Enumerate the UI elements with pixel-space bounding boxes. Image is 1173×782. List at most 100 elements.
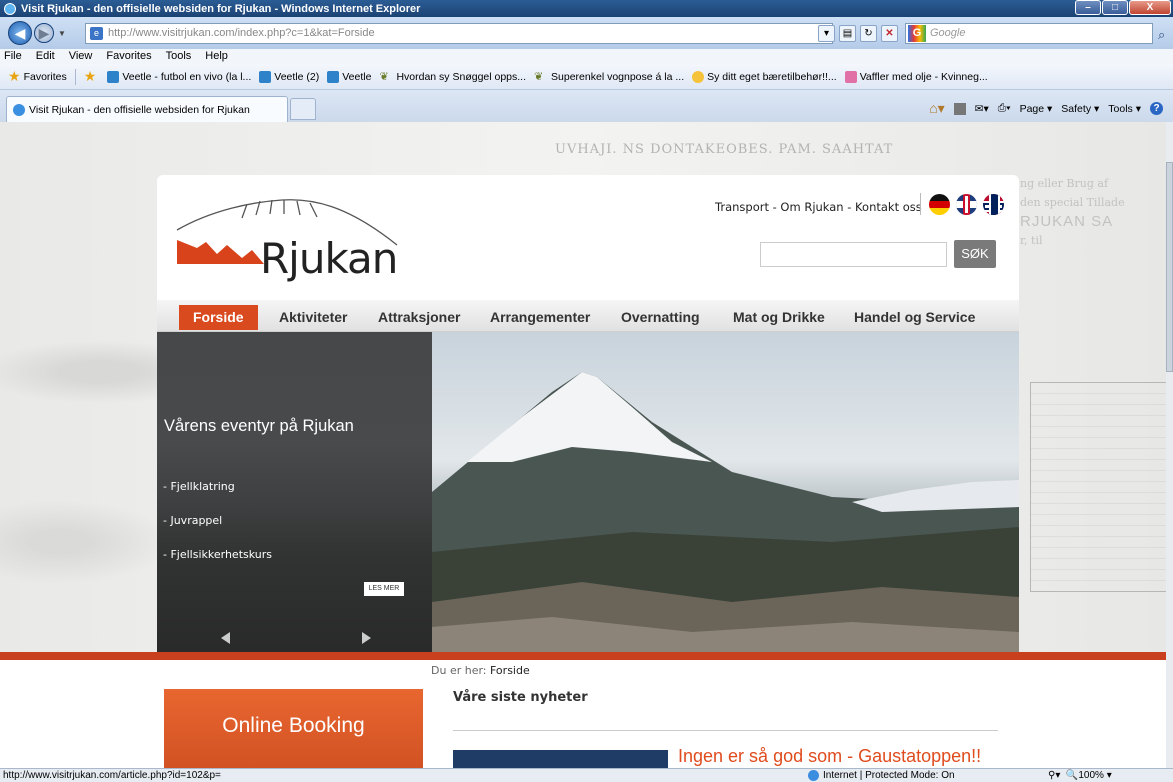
menu-help[interactable]: Help xyxy=(205,49,228,64)
nav-attraksjoner[interactable]: Attraksjoner xyxy=(378,305,460,330)
stop-icon[interactable]: ✕ xyxy=(881,25,898,42)
favorite-label: Veetle - futbol en vivo (la l... xyxy=(122,70,252,83)
language-selector xyxy=(920,193,1004,215)
nav-arrangementer[interactable]: Arrangementer xyxy=(490,305,590,330)
print-icon[interactable]: ⎙▾ xyxy=(998,102,1011,115)
zoom-control[interactable]: ⚲▾ 🔍100% ▾ xyxy=(1048,769,1112,782)
favorite-link[interactable]: ❦ Hvordan sy Snøggel opps... xyxy=(379,71,526,83)
url-path: /index.php?c=1&kat=Forside xyxy=(234,27,375,39)
feeds-icon[interactable] xyxy=(953,102,966,115)
favorite-label: Veetle xyxy=(342,70,372,83)
safety-menu[interactable]: Safety ▾ xyxy=(1061,103,1099,115)
page-viewport: UVHAJI. NS DONTAKEOBES. PAM. SAAHTAT ng … xyxy=(0,122,1166,768)
tab-label: Visit Rjukan - den offisielle websiden f… xyxy=(29,103,250,116)
favorite-label: Veetle (2) xyxy=(274,70,320,83)
nav-forside[interactable]: Forside xyxy=(179,305,258,330)
refresh-icon[interactable]: ↻ xyxy=(860,25,877,42)
nav-overnatting[interactable]: Overnatting xyxy=(621,305,700,330)
tab-visit-rjukan[interactable]: Visit Rjukan - den offisielle websiden f… xyxy=(6,96,288,122)
online-booking-button[interactable]: Online Booking xyxy=(164,689,423,768)
divider xyxy=(920,193,921,215)
breadcrumb-link[interactable]: Forside xyxy=(490,664,530,677)
breadcrumb-prefix: Du er her: xyxy=(431,664,487,677)
mountain-photo xyxy=(432,372,1019,652)
window-title: Visit Rjukan - den offisielle websiden f… xyxy=(21,2,421,15)
page-menu[interactable]: Page ▾ xyxy=(1020,103,1053,115)
menu-tools[interactable]: Tools xyxy=(166,49,192,64)
favorites-bar: ★ Favorites ★ Veetle - futbol en vivo (l… xyxy=(0,64,1173,90)
hero-link-fjellklatring[interactable]: - Fjellklatring xyxy=(163,480,235,493)
sheep-icon: ❦ xyxy=(534,70,544,83)
hero-link-fjellsikkerhetskurs[interactable]: - Fjellsikkerhetskurs xyxy=(163,548,272,561)
next-slide-icon[interactable] xyxy=(362,632,371,644)
safety-menu-label: Safety xyxy=(1061,102,1092,115)
security-zone[interactable]: Internet | Protected Mode: On xyxy=(808,769,955,782)
forward-button[interactable]: ▶ xyxy=(34,23,54,43)
tools-menu[interactable]: Tools ▾ xyxy=(1108,103,1141,115)
sheep-icon: ❦ xyxy=(379,70,389,83)
top-links[interactable]: Transport - Om Rjukan - Kontakt oss xyxy=(715,200,922,214)
menu-edit[interactable]: Edit xyxy=(36,49,55,64)
back-button[interactable]: ◀ xyxy=(8,21,32,45)
site-search-button[interactable]: SØK xyxy=(954,240,996,268)
compatibility-icon[interactable]: ▤ xyxy=(839,25,856,42)
site-search-input[interactable] xyxy=(760,242,947,267)
nav-mat-og-drikke[interactable]: Mat og Drikke xyxy=(733,305,825,330)
favorite-link[interactable]: ❦ Superenkel vognpose á la ... xyxy=(534,71,684,83)
favorites-button[interactable]: ★ Favorites xyxy=(8,68,67,85)
address-dropdown-icon[interactable]: ▾ xyxy=(818,25,835,42)
news-thumbnail[interactable] xyxy=(453,750,668,768)
vertical-scrollbar[interactable] xyxy=(1166,122,1173,768)
menu-favorites[interactable]: Favorites xyxy=(106,49,151,64)
add-favorite-button[interactable]: ★ xyxy=(84,68,100,85)
online-booking-label: Online Booking xyxy=(222,714,365,737)
favorite-label: Sy ditt eget bæretilbehør!!... xyxy=(707,70,837,83)
german-flag-icon[interactable] xyxy=(929,193,950,215)
address-tools: ▾ ▤ ↻ ✕ xyxy=(818,25,898,42)
new-tab-button[interactable] xyxy=(290,98,316,120)
search-input[interactable]: G Google xyxy=(905,23,1153,44)
news-heading: Våre siste nyheter xyxy=(453,690,588,705)
read-mail-icon[interactable]: ✉▾ xyxy=(975,103,989,115)
read-more-button[interactable]: LES MER xyxy=(364,582,404,596)
favorite-link[interactable]: Vaffler med olje - Kvinneg... xyxy=(844,70,988,83)
zoom-level: 100% xyxy=(1078,770,1104,781)
rjukan-logo[interactable]: Rjukan xyxy=(172,190,412,290)
favorite-link[interactable]: Veetle xyxy=(327,70,372,83)
nav-handel-og-service[interactable]: Handel og Service xyxy=(854,305,975,330)
menu-file[interactable]: File xyxy=(4,49,22,64)
help-icon[interactable]: ? xyxy=(1150,102,1163,115)
veetle-icon xyxy=(107,70,120,83)
veetle-icon xyxy=(259,70,272,83)
home-icon[interactable]: ⌂▾ xyxy=(929,100,944,117)
favorite-link[interactable]: Sy ditt eget bæretilbehør!!... xyxy=(692,70,837,83)
favorite-link[interactable]: Veetle - futbol en vivo (la l... xyxy=(107,70,252,83)
history-dropdown-icon[interactable]: ▼ xyxy=(58,29,66,38)
hero-link-juvrappel[interactable]: - Juvrappel xyxy=(163,514,222,527)
address-input[interactable]: e http://www.visitrjukan.com/index.php?c… xyxy=(85,23,833,44)
maximize-button[interactable]: □ xyxy=(1102,0,1128,15)
menu-bar: File Edit View Favorites Tools Help xyxy=(0,49,1173,64)
search-placeholder: Google xyxy=(930,27,966,39)
english-flag-icon[interactable] xyxy=(956,193,977,215)
globe-icon xyxy=(808,770,819,781)
search-icon[interactable]: ⌕ xyxy=(1158,27,1165,43)
close-button[interactable]: X xyxy=(1129,0,1171,15)
norwegian-flag-icon[interactable] xyxy=(983,193,1004,215)
scrollbar-thumb[interactable] xyxy=(1166,162,1173,372)
nav-aktiviteter[interactable]: Aktiviteter xyxy=(279,305,347,330)
minimize-button[interactable]: – xyxy=(1075,0,1101,15)
previous-slide-icon[interactable] xyxy=(221,632,230,644)
favorite-link[interactable]: Veetle (2) xyxy=(259,70,320,83)
add-favorite-icon: ★ xyxy=(83,68,97,84)
command-bar: ⌂▾ ✉▾ ⎙▾ Page ▾ Safety ▾ Tools ▾ ? xyxy=(929,100,1163,117)
page-icon: e xyxy=(90,27,103,40)
background-building-drawing xyxy=(1030,382,1166,592)
news-headline-link[interactable]: Ingen er så god som - Gaustatoppen!! xyxy=(678,746,981,767)
flower-icon xyxy=(692,70,705,83)
menu-view[interactable]: View xyxy=(69,49,93,64)
separator xyxy=(74,68,76,85)
top-links-text[interactable]: Transport - Om Rjukan - Kontakt oss xyxy=(715,200,922,214)
veetle-icon xyxy=(327,70,340,83)
main-navigation: Forside Aktiviteter Attraksjoner Arrange… xyxy=(157,300,1019,332)
